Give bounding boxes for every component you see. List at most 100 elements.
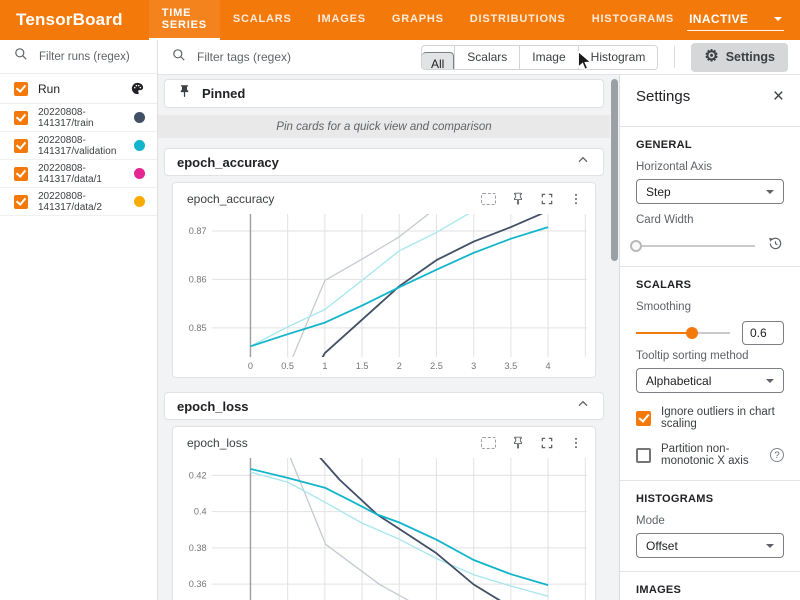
cards-scroll-area: Pinned Pin cards for a quick view and co… bbox=[158, 75, 610, 600]
run-color-dot[interactable] bbox=[134, 140, 145, 151]
tab-graphs[interactable]: GRAPHS bbox=[379, 0, 457, 40]
svg-text:0.36: 0.36 bbox=[189, 579, 207, 589]
chart-card-epoch-accuracy: epoch_accuracy 0.850.860.8700.511.522.53… bbox=[172, 182, 596, 378]
gear-icon: ⚙ bbox=[704, 49, 718, 65]
palette-icon[interactable] bbox=[130, 81, 145, 96]
ignore-outliers-checkbox[interactable] bbox=[636, 411, 651, 426]
histogram-mode-label: Mode bbox=[636, 515, 784, 527]
help-icon[interactable]: ? bbox=[770, 448, 784, 462]
run-row-train[interactable]: 20220808-141317/train bbox=[0, 104, 157, 132]
tab-distributions[interactable]: DISTRIBUTIONS bbox=[457, 0, 579, 40]
tag-type-filter-group: All Scalars Image Histogram bbox=[421, 45, 658, 70]
svg-text:4: 4 bbox=[546, 361, 551, 371]
partition-x-axis-row[interactable]: Partition non-monotonic X axis ? bbox=[636, 443, 784, 467]
horizontal-axis-label: Horizontal Axis bbox=[636, 161, 784, 173]
settings-button[interactable]: ⚙ Settings bbox=[691, 43, 788, 72]
ignore-outliers-row[interactable]: Ignore outliers in chart scaling bbox=[636, 406, 784, 430]
filter-all-button[interactable]: All bbox=[422, 52, 454, 70]
svg-text:0: 0 bbox=[248, 361, 253, 371]
images-heading: IMAGES bbox=[636, 584, 784, 596]
tab-histograms[interactable]: HISTOGRAMS bbox=[579, 0, 687, 40]
runs-header-row: Run bbox=[0, 74, 157, 104]
tab-scalars[interactable]: SCALARS bbox=[220, 0, 305, 40]
chart-card-epoch-loss: epoch_loss 0.420.40.380.3600.511.522.533… bbox=[172, 426, 596, 600]
chevron-down-icon bbox=[774, 17, 782, 21]
pin-hint-banner: Pin cards for a quick view and compariso… bbox=[158, 115, 610, 138]
pin-icon[interactable] bbox=[511, 436, 525, 450]
run-color-dot[interactable] bbox=[134, 112, 145, 123]
tab-time-series[interactable]: TIME SERIES bbox=[149, 0, 220, 40]
group-header-epoch-loss[interactable]: epoch_loss bbox=[164, 392, 604, 420]
run-row-data-1[interactable]: 20220808-141317/data/1 bbox=[0, 160, 157, 188]
svg-text:1.5: 1.5 bbox=[356, 361, 369, 371]
tooltip-sorting-select[interactable]: Alphabetical bbox=[636, 368, 784, 393]
slider-thumb[interactable] bbox=[686, 327, 698, 339]
tooltip-sorting-label: Tooltip sorting method bbox=[636, 350, 784, 362]
app-header: TensorBoard TIME SERIES SCALARS IMAGES G… bbox=[0, 0, 800, 40]
pinned-label: Pinned bbox=[202, 86, 245, 101]
scalars-heading: SCALARS bbox=[636, 279, 784, 291]
filter-histogram-button[interactable]: Histogram bbox=[578, 46, 658, 69]
search-icon bbox=[171, 47, 187, 68]
svg-text:2: 2 bbox=[397, 361, 402, 371]
svg-text:2.5: 2.5 bbox=[430, 361, 443, 371]
epoch-loss-chart[interactable]: 0.420.40.380.3600.511.522.533.54 bbox=[173, 453, 595, 600]
tags-toolbar: All Scalars Image Histogram ⚙ Settings bbox=[158, 40, 800, 75]
run-checkbox[interactable] bbox=[14, 167, 28, 181]
nav-tabs: TIME SERIES SCALARS IMAGES GRAPHS DISTRI… bbox=[149, 0, 687, 40]
svg-text:0.87: 0.87 bbox=[189, 226, 207, 236]
tab-images[interactable]: IMAGES bbox=[305, 0, 379, 40]
filter-runs-input[interactable] bbox=[37, 50, 147, 64]
partition-x-axis-checkbox[interactable] bbox=[636, 448, 651, 463]
run-checkbox[interactable] bbox=[14, 195, 28, 209]
run-checkbox[interactable] bbox=[14, 139, 28, 153]
smoothing-input[interactable] bbox=[742, 321, 784, 345]
svg-text:3: 3 bbox=[471, 361, 476, 371]
run-color-dot[interactable] bbox=[134, 196, 145, 207]
reload-status-value: INACTIVE bbox=[689, 12, 748, 26]
epoch-accuracy-chart[interactable]: 0.850.860.8700.511.522.533.54 bbox=[173, 209, 595, 373]
runs-column-label: Run bbox=[38, 82, 60, 96]
scrollbar-thumb[interactable] bbox=[611, 79, 618, 261]
fullscreen-icon[interactable] bbox=[540, 192, 554, 206]
filter-runs-box bbox=[0, 40, 157, 74]
reset-icon[interactable] bbox=[767, 235, 784, 257]
more-options-icon[interactable] bbox=[569, 192, 583, 206]
chevron-up-icon[interactable] bbox=[575, 152, 591, 173]
chart-title: epoch_accuracy bbox=[187, 192, 466, 206]
fit-to-data-icon[interactable] bbox=[481, 193, 496, 205]
fullscreen-icon[interactable] bbox=[540, 436, 554, 450]
settings-panel-title: Settings bbox=[636, 88, 690, 105]
group-header-epoch-accuracy[interactable]: epoch_accuracy bbox=[164, 148, 604, 176]
vertical-scrollbar[interactable] bbox=[610, 75, 619, 600]
toolbar-divider bbox=[674, 46, 675, 68]
svg-text:0.4: 0.4 bbox=[194, 507, 207, 517]
run-row-data-2[interactable]: 20220808-141317/data/2 bbox=[0, 188, 157, 216]
app-logo: TensorBoard bbox=[16, 10, 123, 30]
chevron-down-icon bbox=[766, 379, 774, 383]
pin-icon bbox=[177, 84, 192, 104]
pin-icon[interactable] bbox=[511, 192, 525, 206]
filter-scalars-button[interactable]: Scalars bbox=[454, 46, 519, 69]
search-icon bbox=[13, 46, 29, 67]
svg-text:1: 1 bbox=[322, 361, 327, 371]
filter-tags-input[interactable] bbox=[195, 49, 413, 65]
run-checkbox[interactable] bbox=[14, 111, 28, 125]
filter-image-button[interactable]: Image bbox=[519, 46, 577, 69]
chevron-down-icon bbox=[766, 190, 774, 194]
fit-to-data-icon[interactable] bbox=[481, 437, 496, 449]
run-color-dot[interactable] bbox=[134, 168, 145, 179]
card-width-label: Card Width bbox=[636, 214, 784, 226]
more-options-icon[interactable] bbox=[569, 436, 583, 450]
reload-status-dropdown[interactable]: INACTIVE bbox=[687, 10, 784, 31]
horizontal-axis-select[interactable]: Step bbox=[636, 179, 784, 204]
smoothing-slider[interactable] bbox=[636, 332, 730, 334]
slider-thumb[interactable] bbox=[630, 240, 642, 252]
select-all-runs-checkbox[interactable] bbox=[14, 82, 28, 96]
card-width-slider[interactable] bbox=[636, 245, 755, 247]
close-icon[interactable]: × bbox=[773, 87, 784, 106]
run-row-validation[interactable]: 20220808-141317/validation bbox=[0, 132, 157, 160]
chevron-up-icon[interactable] bbox=[575, 396, 591, 417]
histogram-mode-select[interactable]: Offset bbox=[636, 533, 784, 558]
pinned-section-header: Pinned bbox=[164, 79, 604, 108]
